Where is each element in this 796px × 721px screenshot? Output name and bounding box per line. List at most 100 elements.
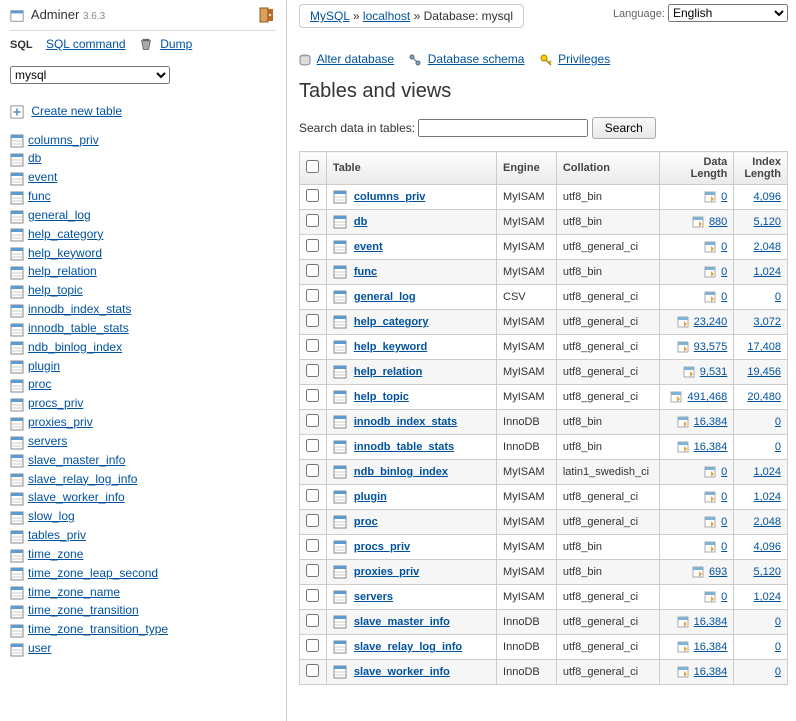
sidebar-table-link[interactable]: slave_worker_info: [10, 488, 276, 507]
sidebar-table-link[interactable]: proxies_priv: [10, 413, 276, 432]
sidebar-table-link[interactable]: slave_relay_log_info: [10, 470, 276, 489]
table-name-link[interactable]: func: [354, 266, 377, 278]
table-name-link[interactable]: slave_worker_info: [354, 666, 450, 678]
row-checkbox[interactable]: [306, 614, 319, 627]
sidebar-table-link[interactable]: slave_master_info: [10, 451, 276, 470]
table-name-link[interactable]: proxies_priv: [354, 566, 419, 578]
sidebar-table-link[interactable]: tables_priv: [10, 526, 276, 545]
sidebar-table-link[interactable]: general_log: [10, 206, 276, 225]
table-name-link[interactable]: help_keyword: [354, 341, 427, 353]
row-checkbox[interactable]: [306, 214, 319, 227]
row-checkbox[interactable]: [306, 264, 319, 277]
table-name-link[interactable]: help_topic: [354, 391, 409, 403]
index-length-link[interactable]: 0: [775, 616, 781, 628]
data-length-link[interactable]: 16,384: [694, 441, 728, 453]
breadcrumb-host[interactable]: localhost: [363, 9, 410, 23]
data-length-link[interactable]: 16,384: [694, 666, 728, 678]
row-checkbox[interactable]: [306, 489, 319, 502]
data-length-link[interactable]: 93,575: [694, 341, 728, 353]
table-name-link[interactable]: servers: [354, 591, 393, 603]
row-checkbox[interactable]: [306, 414, 319, 427]
sidebar-table-link[interactable]: plugin: [10, 357, 276, 376]
row-checkbox[interactable]: [306, 664, 319, 677]
index-length-link[interactable]: 1,024: [753, 466, 781, 478]
row-checkbox[interactable]: [306, 639, 319, 652]
table-name-link[interactable]: help_relation: [354, 366, 422, 378]
search-input[interactable]: [418, 119, 588, 137]
index-length-link[interactable]: 20,480: [747, 391, 781, 403]
sidebar-table-link[interactable]: innodb_index_stats: [10, 300, 276, 319]
row-checkbox[interactable]: [306, 364, 319, 377]
horizontal-scrollbar[interactable]: [0, 705, 796, 721]
table-name-link[interactable]: innodb_table_stats: [354, 441, 454, 453]
sidebar-table-link[interactable]: help_topic: [10, 281, 276, 300]
data-length-link[interactable]: 16,384: [694, 641, 728, 653]
data-length-link[interactable]: 0: [721, 516, 727, 528]
row-checkbox[interactable]: [306, 539, 319, 552]
row-checkbox[interactable]: [306, 339, 319, 352]
index-length-link[interactable]: 17,408: [747, 341, 781, 353]
data-length-link[interactable]: 0: [721, 241, 727, 253]
database-select[interactable]: mysql: [10, 66, 170, 84]
index-length-link[interactable]: 1,024: [753, 591, 781, 603]
select-all-checkbox[interactable]: [306, 160, 319, 173]
row-checkbox[interactable]: [306, 314, 319, 327]
sidebar-table-link[interactable]: procs_priv: [10, 394, 276, 413]
sidebar-table-link[interactable]: columns_priv: [10, 131, 276, 150]
table-name-link[interactable]: procs_priv: [354, 541, 410, 553]
sidebar-table-link[interactable]: event: [10, 168, 276, 187]
sidebar-table-link[interactable]: help_relation: [10, 262, 276, 281]
index-length-link[interactable]: 1,024: [753, 491, 781, 503]
index-length-link[interactable]: 0: [775, 441, 781, 453]
data-length-link[interactable]: 0: [721, 266, 727, 278]
row-checkbox[interactable]: [306, 239, 319, 252]
table-name-link[interactable]: help_category: [354, 316, 429, 328]
sidebar-table-link[interactable]: proc: [10, 375, 276, 394]
sidebar-table-link[interactable]: db: [10, 149, 276, 168]
sidebar-table-link[interactable]: slow_log: [10, 507, 276, 526]
sidebar-table-link[interactable]: help_category: [10, 225, 276, 244]
index-length-link[interactable]: 2,048: [753, 241, 781, 253]
row-checkbox[interactable]: [306, 439, 319, 452]
data-length-link[interactable]: 16,384: [694, 416, 728, 428]
data-length-link[interactable]: 0: [721, 291, 727, 303]
logout-icon[interactable]: [258, 6, 276, 24]
table-name-link[interactable]: columns_priv: [354, 191, 426, 203]
table-name-link[interactable]: slave_relay_log_info: [354, 641, 462, 653]
alter-db-link[interactable]: Alter database: [299, 52, 397, 66]
row-checkbox[interactable]: [306, 189, 319, 202]
sidebar-table-link[interactable]: help_keyword: [10, 244, 276, 263]
dump-link[interactable]: Dump: [139, 37, 192, 51]
row-checkbox[interactable]: [306, 564, 319, 577]
sidebar-table-link[interactable]: innodb_table_stats: [10, 319, 276, 338]
sql-command-link[interactable]: SQL SQL command: [10, 37, 129, 51]
data-length-link[interactable]: 491,468: [688, 391, 728, 403]
index-length-link[interactable]: 0: [775, 291, 781, 303]
table-name-link[interactable]: proc: [354, 516, 378, 528]
index-length-link[interactable]: 5,120: [753, 566, 781, 578]
row-checkbox[interactable]: [306, 589, 319, 602]
data-length-link[interactable]: 0: [721, 191, 727, 203]
sidebar-table-link[interactable]: time_zone: [10, 545, 276, 564]
schema-link[interactable]: Database schema: [409, 52, 527, 66]
row-checkbox[interactable]: [306, 289, 319, 302]
sidebar-table-link[interactable]: user: [10, 639, 276, 658]
sidebar-table-link[interactable]: time_zone_leap_second: [10, 564, 276, 583]
sidebar-table-link[interactable]: servers: [10, 432, 276, 451]
index-length-link[interactable]: 4,096: [753, 191, 781, 203]
table-name-link[interactable]: general_log: [354, 291, 416, 303]
row-checkbox[interactable]: [306, 464, 319, 477]
index-length-link[interactable]: 0: [775, 416, 781, 428]
row-checkbox[interactable]: [306, 514, 319, 527]
sidebar-table-link[interactable]: time_zone_name: [10, 583, 276, 602]
index-length-link[interactable]: 4,096: [753, 541, 781, 553]
index-length-link[interactable]: 0: [775, 666, 781, 678]
data-length-link[interactable]: 880: [709, 216, 727, 228]
table-name-link[interactable]: plugin: [354, 491, 387, 503]
index-length-link[interactable]: 2,048: [753, 516, 781, 528]
data-length-link[interactable]: 0: [721, 591, 727, 603]
table-name-link[interactable]: innodb_index_stats: [354, 416, 457, 428]
table-name-link[interactable]: db: [354, 216, 367, 228]
index-length-link[interactable]: 0: [775, 641, 781, 653]
create-table-link[interactable]: Create new table: [10, 102, 276, 121]
